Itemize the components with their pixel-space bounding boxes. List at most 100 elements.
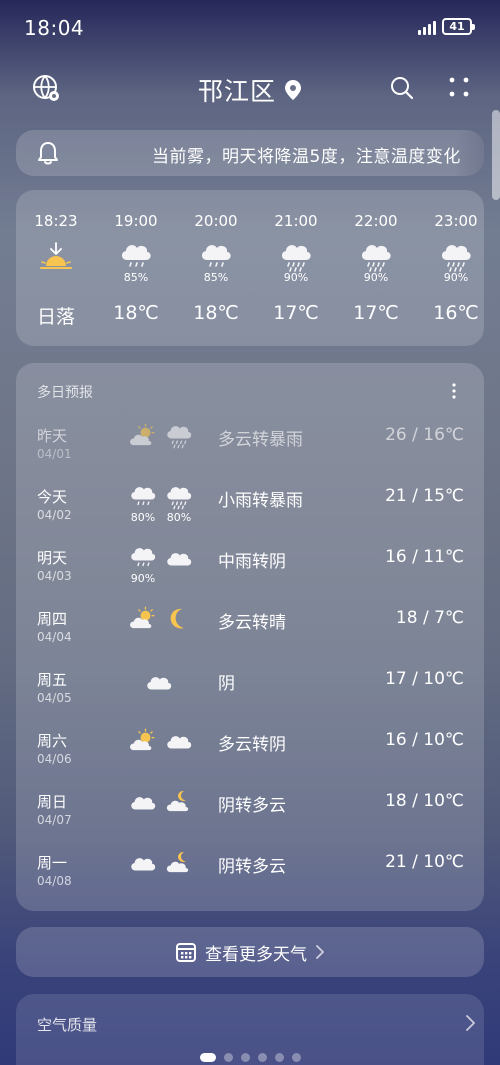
scrollbar[interactable] <box>492 110 500 200</box>
cloudy-night-icon <box>164 850 194 876</box>
light-rain-icon <box>128 484 158 510</box>
hour-time: 22:00 <box>354 212 398 230</box>
alert-fade <box>454 130 484 176</box>
hour-precip: 90% <box>443 271 469 284</box>
hourly-forecast[interactable]: 18:23 日落 19:00 85% 18℃ 20:00 85% 18℃ 21:… <box>16 190 484 346</box>
grid-menu-icon[interactable] <box>446 74 474 102</box>
light-rain-icon <box>198 242 234 272</box>
city-selector[interactable]: 邗江区 <box>0 72 500 108</box>
row-day: 周四 <box>37 610 68 628</box>
light-rain-icon <box>118 242 154 272</box>
row-description: 小雨转暴雨 <box>218 491 303 511</box>
alert-text: 当前雾，明天将降温5度，注意温度变化 <box>152 147 461 167</box>
hour-item: 21:00 90% 17℃ <box>256 190 336 346</box>
hour-precip: 85% <box>123 271 149 284</box>
hour-time: 21:00 <box>274 212 318 230</box>
row-precip-2: 80% <box>166 511 192 524</box>
hour-temp: 17℃ <box>353 302 399 324</box>
cloudy-icon <box>128 789 158 815</box>
row-temp-range: 16 / 11℃ <box>385 547 464 567</box>
row-description: 多云转阴 <box>218 735 286 755</box>
row-description: 阴转多云 <box>218 857 286 877</box>
hour-time: 19:00 <box>114 212 158 230</box>
row-description: 多云转晴 <box>218 613 286 633</box>
row-temp-range: 21 / 10℃ <box>385 852 464 872</box>
daily-title: 多日预报 <box>37 385 93 401</box>
forecast-row[interactable]: 周五 04/05 阴 17 / 10℃ <box>16 665 484 726</box>
hour-time: 20:00 <box>194 212 238 230</box>
row-date: 04/03 <box>37 569 72 583</box>
moon-icon <box>164 606 194 632</box>
row-temp-range: 17 / 10℃ <box>385 669 464 689</box>
hour-item: 22:00 90% 17℃ <box>336 190 416 346</box>
hour-temp: 17℃ <box>273 302 319 324</box>
row-date: 04/08 <box>37 874 72 888</box>
row-day: 今天 <box>37 488 68 506</box>
more-weather-label: 查看更多天气 <box>205 944 307 965</box>
row-temp-range: 18 / 7℃ <box>395 608 464 628</box>
weather-alert-bar[interactable]: 当前雾，明天将降温5度，注意温度变化 <box>16 130 484 176</box>
status-time: 18:04 <box>24 16 85 40</box>
heavy-rain-icon <box>438 242 474 272</box>
row-day: 周六 <box>37 732 68 750</box>
page-dot[interactable] <box>257 1053 267 1062</box>
page-dot[interactable] <box>199 1053 216 1062</box>
multi-day-forecast: 多日预报 昨天 04/01 多云转暴雨 26 / 16℃ 今天 04/02 80… <box>16 363 484 911</box>
forecast-row[interactable]: 周一 04/08 阴转多云 21 / 10℃ <box>16 848 484 909</box>
forecast-row[interactable]: 周六 04/06 多云转阴 16 / 10℃ <box>16 726 484 787</box>
search-icon[interactable] <box>388 74 416 102</box>
page-dot[interactable] <box>291 1053 301 1062</box>
partly-cloudy-icon <box>128 606 158 632</box>
battery-icon: 41 <box>442 18 475 35</box>
more-weather-button[interactable]: 查看更多天气 <box>16 927 484 977</box>
row-date: 04/01 <box>37 447 72 461</box>
row-description: 阴 <box>218 674 235 694</box>
moderate-rain-icon <box>128 545 158 571</box>
row-day: 昨天 <box>37 427 68 445</box>
page-dot[interactable] <box>274 1053 284 1062</box>
forecast-row[interactable]: 今天 04/02 80% 80% 小雨转暴雨 21 / 15℃ <box>16 482 484 543</box>
heavy-rain-icon <box>278 242 314 272</box>
hour-temp: 18℃ <box>113 302 159 324</box>
page-indicator <box>0 1053 500 1062</box>
row-temp-range: 16 / 10℃ <box>385 730 464 750</box>
page-dot[interactable] <box>223 1053 233 1062</box>
row-day: 周日 <box>37 793 68 811</box>
bell-icon <box>38 142 58 165</box>
location-pin-icon <box>285 80 301 100</box>
cloudy-icon <box>144 669 174 695</box>
forecast-row[interactable]: 周日 04/07 阴转多云 18 / 10℃ <box>16 787 484 848</box>
row-date: 04/02 <box>37 508 72 522</box>
forecast-row[interactable]: 周四 04/04 多云转晴 18 / 7℃ <box>16 604 484 665</box>
row-description: 中雨转阴 <box>218 552 286 572</box>
row-day: 周五 <box>37 671 68 689</box>
hour-temp: 16℃ <box>433 302 479 324</box>
heavy-rain-icon <box>164 423 194 449</box>
forecast-row[interactable]: 昨天 04/01 多云转暴雨 26 / 16℃ <box>16 421 484 482</box>
row-temp-range: 26 / 16℃ <box>385 425 464 445</box>
row-date: 04/06 <box>37 752 72 766</box>
city-name: 邗江区 <box>197 77 276 106</box>
row-day: 明天 <box>37 549 68 567</box>
row-date: 04/05 <box>37 691 72 705</box>
partly-cloudy-icon <box>128 728 158 754</box>
partly-cloudy-icon <box>128 423 158 449</box>
hour-temp: 18℃ <box>193 302 239 324</box>
hour-precip: 85% <box>203 271 229 284</box>
chevron-right-icon <box>316 945 324 959</box>
hour-item: 19:00 85% 18℃ <box>96 190 176 346</box>
cloudy-night-icon <box>164 789 194 815</box>
air-quality-label: 空气质量 <box>37 1016 98 1034</box>
heavy-rain-icon <box>358 242 394 272</box>
forecast-row[interactable]: 明天 04/03 90% 中雨转阴 16 / 11℃ <box>16 543 484 604</box>
top-header: 邗江区 <box>0 58 500 122</box>
row-temp-range: 18 / 10℃ <box>385 791 464 811</box>
heavy-rain-icon <box>164 484 194 510</box>
status-indicators: 41 <box>418 18 475 35</box>
more-vertical-icon[interactable] <box>452 383 456 399</box>
cloudy-icon <box>128 850 158 876</box>
calendar-icon <box>176 943 196 962</box>
page-dot[interactable] <box>240 1053 250 1062</box>
row-date: 04/07 <box>37 813 72 827</box>
signal-icon <box>418 19 436 35</box>
